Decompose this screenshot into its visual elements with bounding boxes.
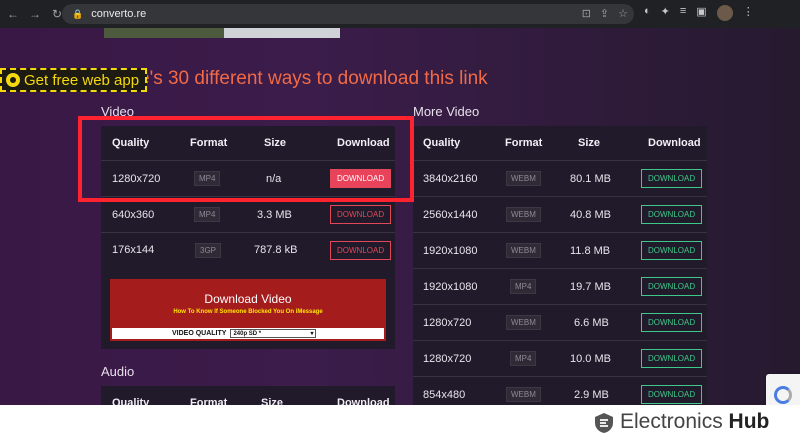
download-button[interactable]: DOWNLOAD [330, 205, 392, 224]
watermark-brand-light: Electronics [620, 410, 723, 433]
download-button[interactable]: DOWNLOAD [641, 385, 703, 404]
format-badge: WEBM [506, 315, 541, 330]
recaptcha-badge[interactable] [766, 374, 800, 405]
get-web-app-button[interactable]: Get free web app [0, 68, 148, 92]
format-badge: MP4 [510, 279, 537, 294]
chrome-icon [6, 73, 20, 87]
size-cell: 19.7 MB [570, 280, 611, 293]
quality-cell: 176x144 [112, 244, 155, 256]
more-video-section-label: More Video [413, 104, 480, 119]
media-icon[interactable]: ≡ [680, 5, 686, 21]
lock-icon: 🔒 [72, 8, 84, 19]
extension-icon[interactable]: ◐ [644, 5, 651, 21]
quality-cell: 3840x2160 [423, 172, 478, 185]
more-video-table-header: Quality Format Size Download [413, 126, 707, 160]
video-quality-select[interactable]: 240p SD * ▾ [230, 329, 317, 338]
page-headline: e's 30 different ways to download this l… [139, 68, 488, 89]
audio-table: Quality Format Size Download [101, 386, 395, 405]
col-size: Size [578, 137, 601, 149]
col-quality: Quality [112, 397, 150, 405]
quality-cell: 854x480 [423, 388, 466, 401]
watermark-brand-bold: Hub [728, 410, 770, 433]
extensions-puzzle-icon[interactable]: ✦ [661, 5, 670, 21]
address-bar[interactable]: 🔒 converto.re ⊡ ⇪ ☆ [62, 4, 634, 24]
format-badge: MP4 [194, 207, 221, 222]
table-row: 3840x2160 WEBM 80.1 MB DOWNLOAD [413, 160, 707, 196]
quality-cell: 640x360 [112, 208, 155, 221]
watermark-text: Electronics Hub [620, 410, 769, 434]
video-quality-value: 240p SD * [233, 330, 262, 337]
col-download: Download [337, 397, 390, 405]
table-row: 1280x720 MP4 10.0 MB DOWNLOAD [413, 340, 707, 376]
menu-icon[interactable]: ⋮ [743, 5, 754, 21]
size-cell: 787.8 kB [254, 244, 298, 256]
format-badge: WEBM [506, 171, 541, 186]
size-cell: 2.9 MB [574, 388, 609, 401]
install-app-icon[interactable]: ⊡ [582, 7, 591, 20]
table-row: 1920x1080 MP4 19.7 MB DOWNLOAD [413, 268, 707, 304]
highlight-box [78, 116, 414, 202]
table-row: 1280x720 WEBM 6.6 MB DOWNLOAD [413, 304, 707, 340]
watermark-bar: Electronics Hub [0, 405, 800, 439]
quality-cell: 1920x1080 [423, 244, 478, 257]
col-format: Format [505, 137, 543, 149]
size-cell: 80.1 MB [570, 172, 611, 185]
electronics-hub-logo-icon [595, 413, 613, 433]
table-row: 2560x1440 WEBM 40.8 MB DOWNLOAD [413, 196, 707, 232]
back-button[interactable]: ← [4, 5, 22, 23]
side-panel-icon[interactable]: ▣ [696, 5, 706, 21]
format-badge: 3GP [195, 242, 222, 258]
download-video-title: Download Video [204, 292, 292, 306]
download-video-subtitle[interactable]: How To Know If Someone Blocked You On iM… [110, 309, 386, 315]
size-cell: 11.8 MB [570, 244, 611, 257]
forward-button[interactable]: → [26, 5, 44, 23]
page-content: e's 30 different ways to download this l… [0, 28, 800, 405]
download-button[interactable]: DOWNLOAD [641, 349, 703, 368]
quality-cell: 2560x1440 [423, 208, 478, 221]
video-quality-bar: VIDEO QUALITY 240p SD * ▾ [112, 328, 384, 339]
table-row: 1920x1080 WEBM 11.8 MB DOWNLOAD [413, 232, 707, 268]
quality-cell: 1280x720 [423, 352, 472, 365]
size-cell: 6.6 MB [574, 316, 609, 329]
quality-cell: 1280x720 [423, 316, 472, 329]
format-badge: WEBM [506, 243, 541, 258]
format-badge: WEBM [506, 387, 541, 402]
download-button[interactable]: DOWNLOAD [641, 313, 703, 332]
download-video-ad[interactable]: Download Video How To Know If Someone Bl… [110, 279, 386, 341]
table-row: 176x144 3GP 787.8 kB DOWNLOAD [101, 232, 395, 267]
size-cell: 10.0 MB [570, 352, 611, 365]
share-icon[interactable]: ⇪ [600, 7, 609, 20]
video-quality-label: VIDEO QUALITY [172, 330, 227, 337]
recaptcha-icon [774, 386, 792, 404]
chevron-down-icon: ▾ [310, 331, 314, 337]
get-web-app-label: Get free web app [24, 71, 140, 89]
address-bar-url[interactable]: converto.re [91, 8, 146, 20]
more-video-table: Quality Format Size Download 3840x2160 W… [413, 126, 707, 405]
col-size: Size [261, 397, 284, 405]
download-button[interactable]: DOWNLOAD [641, 277, 703, 296]
size-cell: 3.3 MB [257, 208, 292, 221]
video-thumbnail [104, 28, 340, 38]
size-cell: 40.8 MB [570, 208, 611, 221]
format-badge: WEBM [506, 207, 541, 222]
col-format: Format [190, 397, 228, 405]
format-badge: MP4 [510, 351, 537, 366]
download-button[interactable]: DOWNLOAD [330, 240, 392, 260]
browser-toolbar: ← → ↻ 🔒 converto.re ⊡ ⇪ ☆ ◐ ✦ ≡ ▣ ⋮ [0, 0, 800, 28]
download-button[interactable]: DOWNLOAD [641, 205, 703, 224]
col-download: Download [648, 137, 701, 149]
bookmark-star-icon[interactable]: ☆ [618, 7, 628, 20]
quality-cell: 1920x1080 [423, 280, 478, 293]
download-button[interactable]: DOWNLOAD [641, 241, 703, 260]
table-row: 854x480 WEBM 2.9 MB DOWNLOAD [413, 376, 707, 405]
col-quality: Quality [423, 137, 461, 149]
audio-table-header: Quality Format Size Download [101, 386, 395, 405]
audio-section-label: Audio [101, 364, 135, 379]
profile-avatar[interactable] [716, 5, 733, 21]
download-button[interactable]: DOWNLOAD [641, 169, 703, 188]
